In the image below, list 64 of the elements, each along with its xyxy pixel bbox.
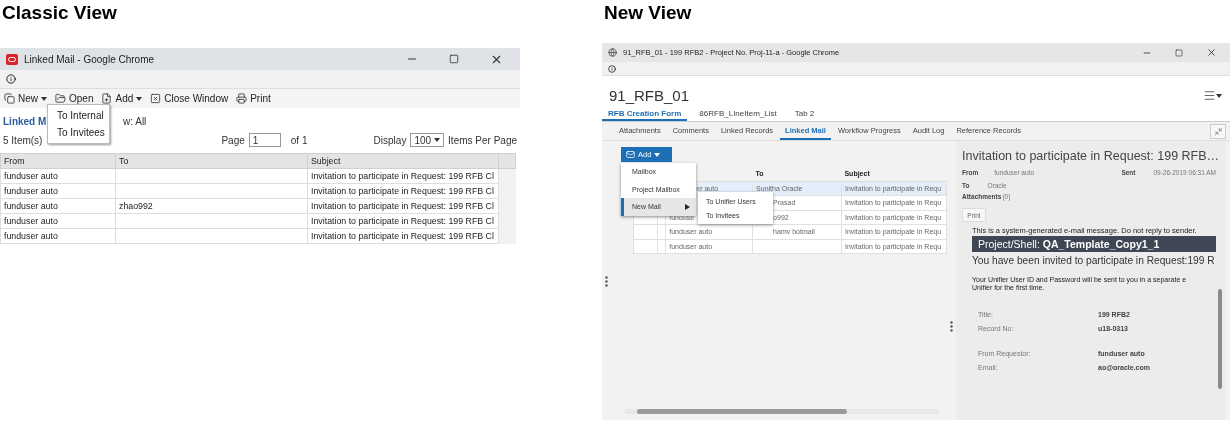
toolbar-button[interactable]: New xyxy=(4,93,47,104)
table-cell: zhao992 xyxy=(115,198,308,214)
tab[interactable]: Tab 2 xyxy=(788,108,821,121)
toolbar-button[interactable]: Close Window xyxy=(150,93,229,104)
maximize-icon[interactable] xyxy=(1175,48,1183,57)
menu-item[interactable]: To Internal xyxy=(48,107,109,124)
mail-subject: Invitation to participate in Request: 199 RFB… xyxy=(962,149,1221,163)
logo-icon xyxy=(6,53,18,65)
table-cell: Invitation to participate in Request: 199 RFB Cl xyxy=(307,183,499,199)
column-header[interactable]: To xyxy=(115,153,308,169)
scrollbar[interactable] xyxy=(625,409,939,414)
table-cell: Invitation to participate in Request: 199 RFB Cl xyxy=(307,168,499,184)
caret-icon xyxy=(41,96,47,101)
per-page-label: Items Per Page xyxy=(448,134,517,146)
table-cell: Invitation to participate in Request: 199 RFB Cl xyxy=(307,213,499,229)
mail-icon xyxy=(626,150,635,159)
folder-icon xyxy=(55,93,66,104)
table-cell: funduser auto xyxy=(0,168,116,184)
toolbar-button[interactable]: Open xyxy=(55,93,94,104)
section-heading: New View xyxy=(603,1,693,25)
drag-handle-icon[interactable] xyxy=(605,276,608,287)
table-cell: funduser auto xyxy=(0,228,116,244)
window-title: Linked Mail - Google Chrome xyxy=(24,53,156,65)
item-count: 5 Item(s) xyxy=(3,134,43,146)
tab[interactable]: 86RFB_LIneItem_List xyxy=(693,108,783,121)
project-banner: Project/Shell: QA_Template_Copy1_1 xyxy=(972,236,1216,252)
page-total: of 1 xyxy=(290,134,308,146)
menu-item[interactable]: To Invitees xyxy=(48,124,109,141)
caret-icon xyxy=(434,138,441,142)
caret-icon xyxy=(136,96,143,101)
page-label: Page xyxy=(221,134,245,146)
info-icon[interactable] xyxy=(6,74,16,84)
invite-text: You have been invited to participate in Request:199 R xyxy=(972,255,1216,266)
menu-icon[interactable] xyxy=(1203,89,1216,102)
table-cell: Invitation to participate in Request: 199 RFB Cl xyxy=(307,198,499,214)
info-icon[interactable] xyxy=(608,64,616,73)
submenu-arrow-icon xyxy=(685,203,690,210)
maximize-icon[interactable] xyxy=(449,54,459,64)
section-heading: Classic View xyxy=(1,1,118,25)
caret-icon xyxy=(1216,93,1222,98)
globe-icon xyxy=(608,48,617,57)
close-icon[interactable] xyxy=(1205,47,1217,58)
column-header[interactable]: Subject xyxy=(307,153,499,169)
scrollbar[interactable] xyxy=(1218,289,1222,389)
table-cell: funduser auto xyxy=(0,213,116,229)
toolbar-button[interactable]: Add xyxy=(101,93,143,104)
caret-icon xyxy=(654,152,661,157)
printer-icon xyxy=(236,93,248,104)
copy-icon xyxy=(4,93,15,104)
breadcrumb-link[interactable]: Linked M xyxy=(3,115,47,127)
record-title: 91_RFB_01 xyxy=(609,87,690,104)
column-header[interactable]: From xyxy=(0,153,116,169)
page-field[interactable]: 1 xyxy=(248,133,281,147)
table-cell: Invitation to participate in Request: 199 RFB Cl xyxy=(307,228,499,244)
display-label: Display xyxy=(373,134,407,146)
display-select[interactable]: 100 xyxy=(410,133,445,147)
collapse-button[interactable] xyxy=(1210,123,1226,139)
file-plus-icon xyxy=(101,93,113,104)
drag-handle-icon[interactable] xyxy=(950,321,953,332)
view-filter: w: All xyxy=(123,115,147,127)
close-window-icon xyxy=(150,93,162,104)
toolbar-button[interactable]: Print xyxy=(236,93,271,104)
table-cell: funduser auto xyxy=(0,198,116,214)
table-cell: funduser auto xyxy=(0,183,116,199)
